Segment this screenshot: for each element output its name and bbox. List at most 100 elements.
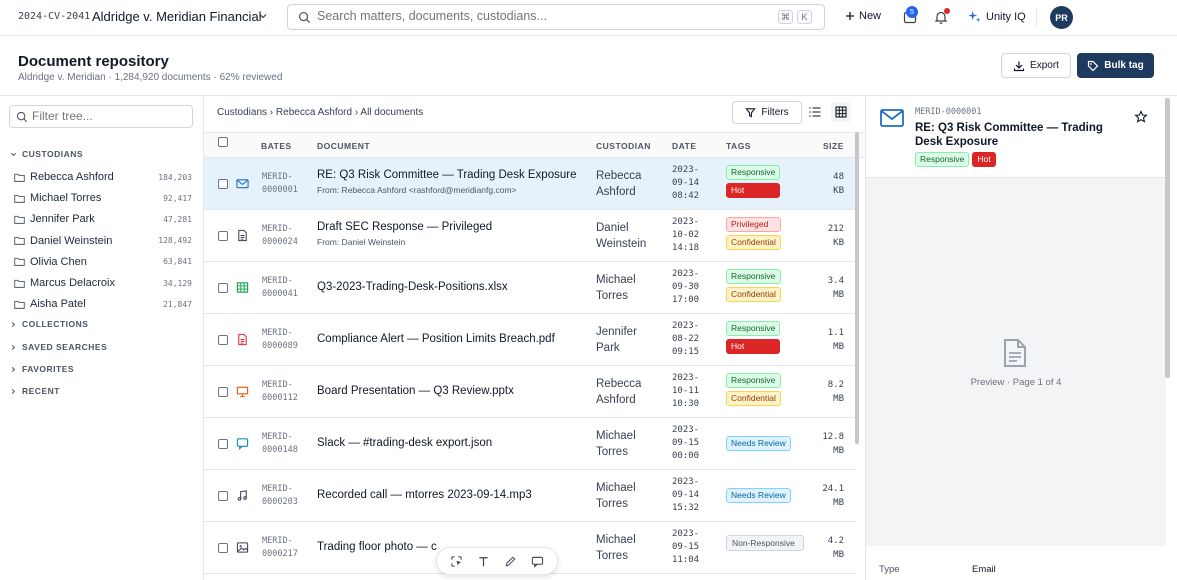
avatar[interactable]: PR [1050, 6, 1073, 29]
table-row[interactable]: MERID- 0000001 RE: Q3 Risk Committee — Tra… [204, 158, 856, 210]
document-title[interactable]: Draft SEC Response — Privileged [317, 221, 492, 233]
tag-responsive[interactable]: Responsive [726, 269, 781, 284]
top-bar: 2024-CV-2041 Aldridge v. Meridian Financ… [0, 0, 1177, 36]
unity-iq-button[interactable]: Unity IQ [968, 10, 1026, 23]
select-all-checkbox[interactable] [218, 137, 228, 147]
document-icon [1004, 339, 1026, 367]
row-checkbox[interactable] [218, 439, 228, 449]
tag-confidential[interactable]: Confidential [726, 235, 781, 250]
custodian-count: 34,129 [163, 278, 192, 288]
document-title[interactable]: Slack — #trading-desk export.json [317, 437, 492, 449]
tag-privileged[interactable]: Privileged [726, 217, 781, 232]
text-tool-icon[interactable] [477, 555, 490, 568]
table-row[interactable]: MERID- 0000203 Recorded call — mtorres 202… [204, 470, 856, 522]
row-checkbox[interactable] [218, 387, 228, 397]
filters-button[interactable]: Filters [732, 101, 802, 124]
document-title[interactable]: Q3-2023-Trading-Desk-Positions.xlsx [317, 281, 508, 293]
col-size[interactable]: SIZE [823, 141, 844, 151]
table-row[interactable]: MERID- 0000041 Q3-2023-Trading-Desk-Positi… [204, 262, 856, 314]
custodian-item[interactable]: Aisha Patel 21,847 [14, 295, 194, 313]
row-checkbox[interactable] [218, 335, 228, 345]
col-date[interactable]: DATE [672, 141, 697, 151]
col-tags[interactable]: TAGS [726, 141, 751, 151]
date-cell: 2023- 09-14 08:42 [672, 165, 700, 201]
custodian-item[interactable]: Daniel Weinstein 128,492 [14, 232, 194, 250]
preview-bates: MERID-0000001 [915, 107, 982, 117]
document-title[interactable]: Board Presentation — Q3 Review.pptx [317, 385, 514, 397]
chevron-down-icon[interactable] [258, 11, 268, 21]
document-title[interactable]: RE: Q3 Risk Committee — Trading Desk Exp… [317, 169, 576, 181]
breadcrumb[interactable]: Custodians › Rebecca Ashford › All docum… [217, 107, 423, 118]
table-row[interactable]: MERID- 0000148 Slack — #trading-desk expor… [204, 418, 856, 470]
custodian-name: Michael Torres [30, 192, 102, 205]
new-button[interactable]: New [845, 10, 881, 22]
document-title[interactable]: Trading floor photo — c [317, 541, 437, 553]
tag-hot[interactable]: Hot [972, 152, 996, 167]
preview-scrollbar[interactable] [1165, 98, 1170, 378]
select-tool-icon[interactable] [450, 555, 463, 568]
bulk-tag-label: Bulk tag [1104, 60, 1144, 71]
grid-view-button[interactable] [831, 102, 851, 122]
list-view-icon[interactable] [808, 105, 822, 119]
bulk-tag-button[interactable]: Bulk tag [1077, 53, 1154, 78]
section-collections[interactable]: COLLECTIONS [10, 319, 88, 329]
col-bates[interactable]: BATES [261, 141, 292, 151]
custodian-item[interactable]: Marcus Delacroix 34,129 [14, 274, 194, 292]
row-checkbox[interactable] [218, 179, 228, 189]
tags-cell: Responsive Confidential [726, 269, 781, 302]
chevron-right-icon [11, 344, 16, 350]
global-search[interactable]: ⌘ K [287, 4, 825, 30]
size-cell: 12.8 MB [822, 432, 844, 456]
tag-needs-review[interactable]: Needs Review [726, 436, 791, 451]
document-title[interactable]: Compliance Alert — Position Limits Breac… [317, 333, 555, 345]
col-document[interactable]: DOCUMENT [317, 141, 370, 151]
section-custodians[interactable]: CUSTODIANS [10, 149, 83, 159]
section-recent[interactable]: RECENT [10, 386, 60, 396]
preview-viewer[interactable]: Preview · Page 1 of 4 [866, 178, 1166, 546]
tag-confidential[interactable]: Confidential [726, 391, 781, 406]
section-favorites[interactable]: FAVORITES [10, 364, 74, 374]
size-cell: 3.4 MB [827, 276, 844, 300]
table-row[interactable]: MERID- 0000089 Compliance Alert — Position… [204, 314, 856, 366]
custodian-item[interactable]: Rebecca Ashford 184,203 [14, 168, 194, 186]
page-title: Document repository [18, 53, 169, 70]
list-scrollbar[interactable] [855, 132, 859, 444]
filter-icon [745, 108, 757, 118]
row-checkbox[interactable] [218, 283, 228, 293]
folder-icon [14, 300, 25, 309]
tree-filter-input[interactable] [32, 109, 182, 123]
star-icon[interactable] [1134, 110, 1148, 124]
tag-non-responsive[interactable]: Non-Responsive [726, 535, 804, 551]
comment-tool-icon[interactable] [531, 555, 544, 568]
search-input[interactable] [317, 9, 737, 23]
row-checkbox[interactable] [218, 543, 228, 553]
tree-filter[interactable] [9, 105, 193, 128]
tag-needs-review[interactable]: Needs Review [726, 488, 791, 503]
row-checkbox[interactable] [218, 491, 228, 501]
row-checkbox[interactable] [218, 231, 228, 241]
tag-hot[interactable]: Hot [726, 183, 781, 198]
folder-icon [14, 215, 25, 224]
table-row[interactable]: MERID- 0000024 Draft SEC Response — Privil… [204, 210, 856, 262]
pen-tool-icon[interactable] [504, 555, 517, 568]
tag-responsive[interactable]: Responsive [726, 321, 781, 336]
tag-responsive[interactable]: Responsive [726, 165, 781, 180]
custodian-item[interactable]: Jennifer Park 47,281 [14, 210, 194, 228]
section-saved-searches[interactable]: SAVED SEARCHES [10, 342, 107, 352]
matter-switcher[interactable]: Aldridge v. Meridian Financial [92, 9, 262, 24]
page-header: Document repository Aldridge v. Meridian… [0, 36, 1177, 96]
tag-responsive[interactable]: Responsive [726, 373, 781, 388]
col-custodian[interactable]: CUSTODIAN [596, 141, 651, 151]
tag-confidential[interactable]: Confidential [726, 287, 781, 302]
custodian-item[interactable]: Michael Torres 92,417 [14, 189, 194, 207]
chevron-right-icon [11, 321, 16, 327]
export-button[interactable]: Export [1001, 53, 1071, 78]
tag-responsive[interactable]: Responsive [915, 152, 970, 167]
document-from: From: Daniel Weinstein [317, 237, 406, 247]
tag-hot[interactable]: Hot [726, 339, 781, 354]
custodian-item[interactable]: Olivia Chen 63,841 [14, 253, 194, 271]
date-cell: 2023- 09-15 11:04 [672, 529, 700, 565]
document-title[interactable]: Recorded call — mtorres 2023-09-14.mp3 [317, 489, 532, 501]
table-row[interactable]: MERID- 0000112 Board Presentation — Q3 Rev… [204, 366, 856, 418]
tags-cell: Privileged Confidential [726, 217, 781, 250]
